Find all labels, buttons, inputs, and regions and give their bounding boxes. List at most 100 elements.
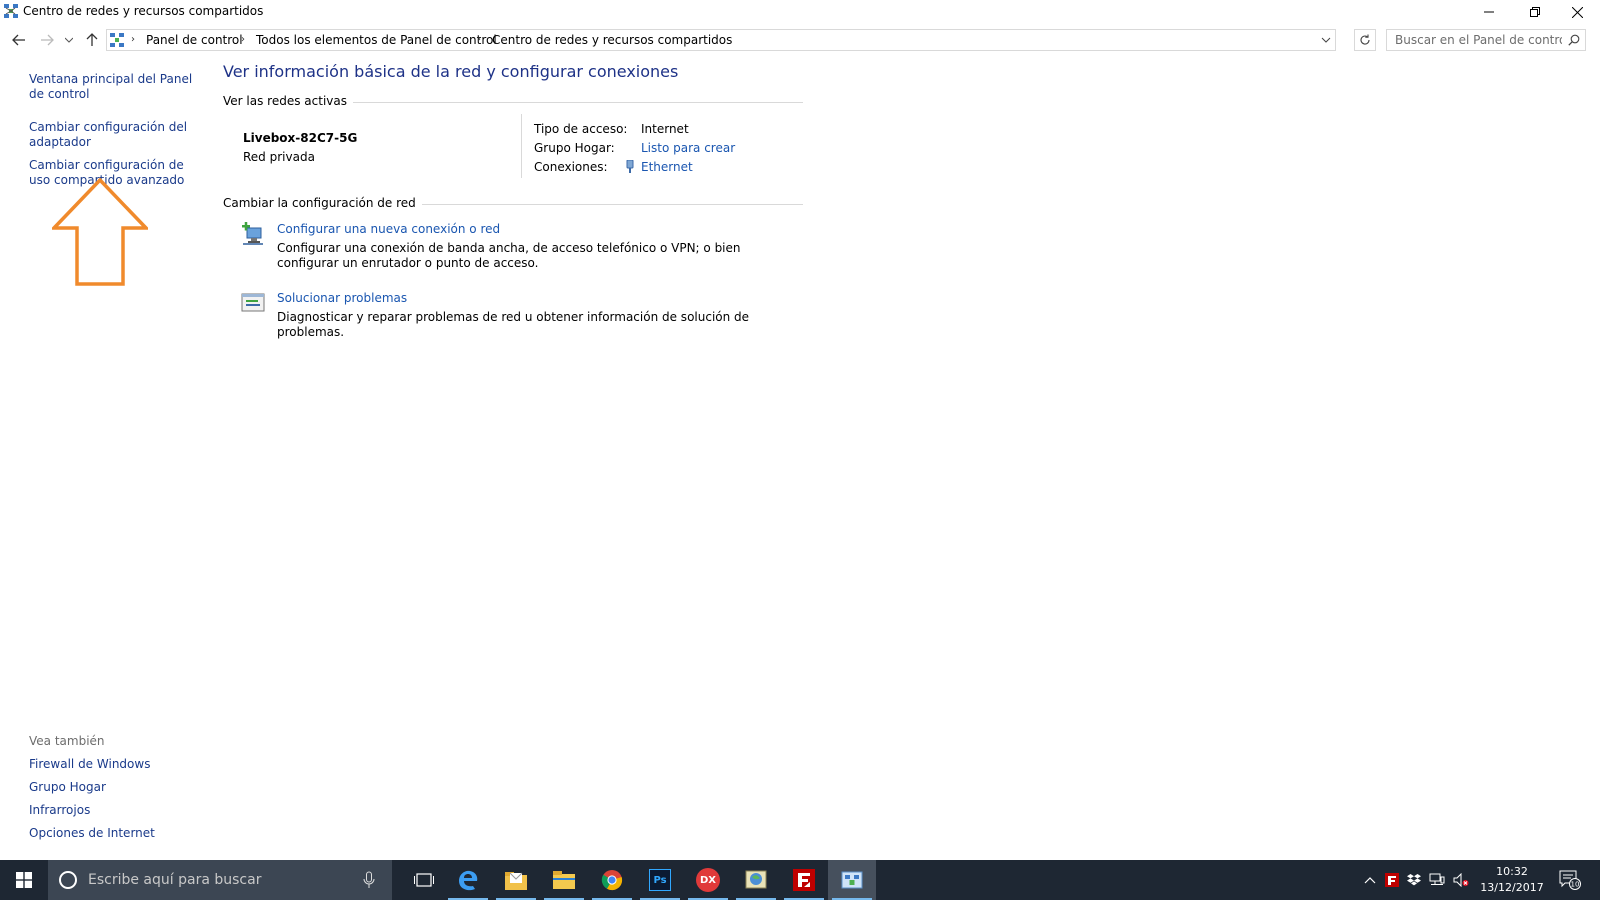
navigation-bar: › Panel de control › Todos los elementos… [0,26,1600,54]
refresh-icon [1360,34,1370,45]
taskbar-app-chrome[interactable] [588,860,636,900]
notification-count: 10 [1571,881,1580,889]
minimize-button[interactable] [1466,0,1512,24]
homegroup-label: Grupo Hogar: [534,141,615,155]
windows-logo-icon [16,872,32,888]
restore-icon [1530,7,1540,17]
title-bar: Centro de redes y recursos compartidos [0,0,1600,24]
network-center-icon [4,4,18,18]
close-button[interactable] [1554,0,1600,24]
chevron-down-icon[interactable] [1319,33,1333,47]
task-troubleshoot-link[interactable]: Solucionar problemas [277,291,407,305]
see-also-homegroup[interactable]: Grupo Hogar [29,780,204,795]
task-troubleshoot-description: Diagnosticar y reparar problemas de red … [277,310,750,339]
breadcrumb-todos-los-elementos[interactable]: Todos los elementos de Panel de control [256,33,497,47]
page-title: Ver información básica de la red y confi… [223,62,679,81]
recent-locations-button[interactable] [62,30,76,50]
breadcrumb-centro-de-redes[interactable]: Centro de redes y recursos compartidos [492,33,732,47]
microphone-icon[interactable] [363,871,375,889]
taskbar-app-photoshop[interactable]: Ps [636,860,684,900]
volume-muted-icon [1453,873,1469,887]
task-view-icon [414,873,434,887]
taskbar-app-dx[interactable]: DX [684,860,732,900]
chevron-up-icon [1364,877,1376,884]
up-button[interactable] [82,30,102,50]
network-name: Livebox-82C7-5G [243,131,358,145]
new-connection-icon [242,222,263,245]
refresh-button[interactable] [1354,29,1376,51]
taskbar: Ps DX [0,860,1600,900]
search-input[interactable] [1387,30,1562,50]
see-also-infrared[interactable]: Infrarrojos [29,803,204,818]
taskbar-search-input[interactable] [88,860,348,900]
forward-button[interactable] [37,30,57,50]
tray-show-hidden-button[interactable] [1360,860,1380,900]
breadcrumb-panel-de-control[interactable]: Panel de control [146,33,243,47]
taskbar-app-filezilla[interactable] [780,860,828,900]
filezilla-icon [793,869,815,891]
network-tray-icon [1429,873,1445,885]
active-networks-heading: Ver las redes activas [223,94,353,108]
sidebar-link-adapter-settings[interactable]: Cambiar configuración del adaptador [29,120,204,150]
task-new-connection-link[interactable]: Configurar una nueva conexión o red [277,222,500,236]
change-settings-heading: Cambiar la configuración de red [223,196,422,210]
tray-dropbox[interactable] [1404,860,1424,900]
taskbar-app-edge[interactable] [444,860,492,900]
arrow-right-icon [41,34,54,46]
dropbox-icon [1407,874,1421,886]
action-center-button[interactable]: 10 [1550,860,1590,900]
network-type[interactable]: Red privada [243,150,315,164]
breadcrumb-separator-icon[interactable]: › [241,34,245,45]
tray-volume[interactable] [1450,860,1472,900]
vertical-divider [521,114,522,178]
clock-time: 10:32 [1496,865,1528,878]
task-view-button[interactable] [404,860,444,900]
tray-filezilla[interactable] [1382,860,1402,900]
taskbar-app-network[interactable] [732,860,780,900]
back-button[interactable] [9,30,29,50]
see-also-internet-options[interactable]: Opciones de Internet [29,826,204,841]
restore-button[interactable] [1512,0,1558,24]
search-icon[interactable] [1568,34,1580,46]
access-type-value: Internet [641,122,689,136]
task-new-connection-description: Configurar una conexión de banda ancha, … [277,241,741,270]
photoshop-icon: Ps [649,869,671,891]
notification-icon: 10 [1559,870,1581,890]
taskbar-app-control-panel[interactable] [828,860,876,900]
ethernet-connection-link[interactable]: Ethernet [641,160,693,174]
see-also-firewall[interactable]: Firewall de Windows [29,757,204,772]
taskbar-app-mail[interactable] [492,860,540,900]
ethernet-icon [626,160,634,173]
taskbar-search-box[interactable] [48,860,392,900]
arrow-up-icon [86,33,98,46]
edge-icon [459,870,478,891]
sidebar-link-main-control-panel[interactable]: Ventana principal del Panel de control [29,72,204,102]
clock-date: 13/12/2017 [1480,881,1544,894]
homegroup-link[interactable]: Listo para crear [641,141,735,155]
orange-arrow-annotation [52,178,148,286]
see-also-heading: Vea también [29,734,105,748]
arrow-left-icon [12,34,25,46]
address-bar[interactable]: › Panel de control › Todos los elementos… [106,29,1336,51]
cortana-icon [59,871,77,889]
window-title: Centro de redes y recursos compartidos [23,4,264,18]
breadcrumb-separator-icon[interactable]: › [131,34,135,45]
tray-network[interactable] [1426,860,1448,900]
chrome-icon [601,870,623,891]
file-explorer-icon [553,871,575,889]
filezilla-tray-icon [1385,873,1399,887]
control-panel-icon [841,871,863,889]
connections-label: Conexiones: [534,160,608,174]
network-app-icon [745,870,767,889]
mail-folder-icon [505,872,527,890]
taskbar-app-file-explorer[interactable] [540,860,588,900]
search-box[interactable] [1386,29,1586,51]
control-panel-icon [110,33,124,47]
troubleshoot-icon [241,293,265,312]
chevron-down-icon [65,37,73,43]
access-type-label: Tipo de acceso: [534,122,628,136]
start-button[interactable] [0,860,48,900]
breadcrumb-separator-icon[interactable]: › [477,34,481,45]
taskbar-clock[interactable]: 10:32 13/12/2017 [1476,864,1548,896]
dx-icon: DX [696,868,720,892]
